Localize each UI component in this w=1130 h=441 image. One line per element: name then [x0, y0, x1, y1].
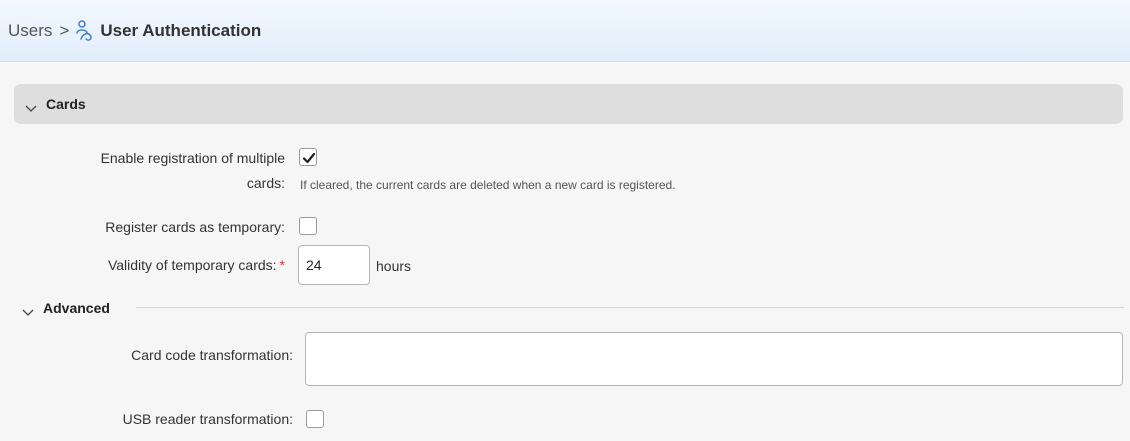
- advanced-section-title: Advanced: [43, 300, 110, 316]
- user-authentication-icon: [75, 19, 95, 43]
- breadcrumb-users-link[interactable]: Users: [8, 21, 52, 41]
- cards-section-header[interactable]: Cards: [14, 84, 1123, 124]
- required-marker: *: [279, 257, 285, 273]
- enable-multiple-label-line1: Enable registration of multiple: [100, 150, 285, 166]
- register-temporary-label: Register cards as temporary:: [105, 219, 285, 235]
- validity-unit-label: hours: [376, 258, 412, 274]
- chevron-down-icon: [22, 304, 34, 316]
- cards-section-title: Cards: [46, 96, 86, 112]
- validity-label-text: Validity of temporary cards:: [107, 257, 277, 273]
- chevron-down-icon: [25, 100, 37, 112]
- section-divider: [136, 307, 1124, 308]
- usb-reader-transformation-label: USB reader transformation:: [122, 411, 293, 427]
- advanced-section-header[interactable]: Advanced: [22, 297, 110, 319]
- page-title: User Authentication: [100, 20, 262, 40]
- enable-multiple-label-line2: cards:: [246, 175, 285, 191]
- card-code-transformation-input[interactable]: [305, 332, 1123, 386]
- enable-multiple-checkbox[interactable]: [299, 148, 317, 166]
- validity-label: Validity of temporary cards: *: [108, 257, 285, 273]
- enable-multiple-hint: If cleared, the current cards are delete…: [300, 178, 676, 192]
- breadcrumb-separator: >: [59, 20, 70, 40]
- usb-reader-transformation-checkbox[interactable]: [306, 410, 324, 428]
- breadcrumb: Users > User Authentication: [0, 0, 1130, 62]
- checkmark-icon: [302, 152, 316, 164]
- validity-hours-input[interactable]: [298, 245, 370, 285]
- register-temporary-checkbox[interactable]: [299, 217, 317, 235]
- card-code-transformation-label: Card code transformation:: [131, 347, 293, 363]
